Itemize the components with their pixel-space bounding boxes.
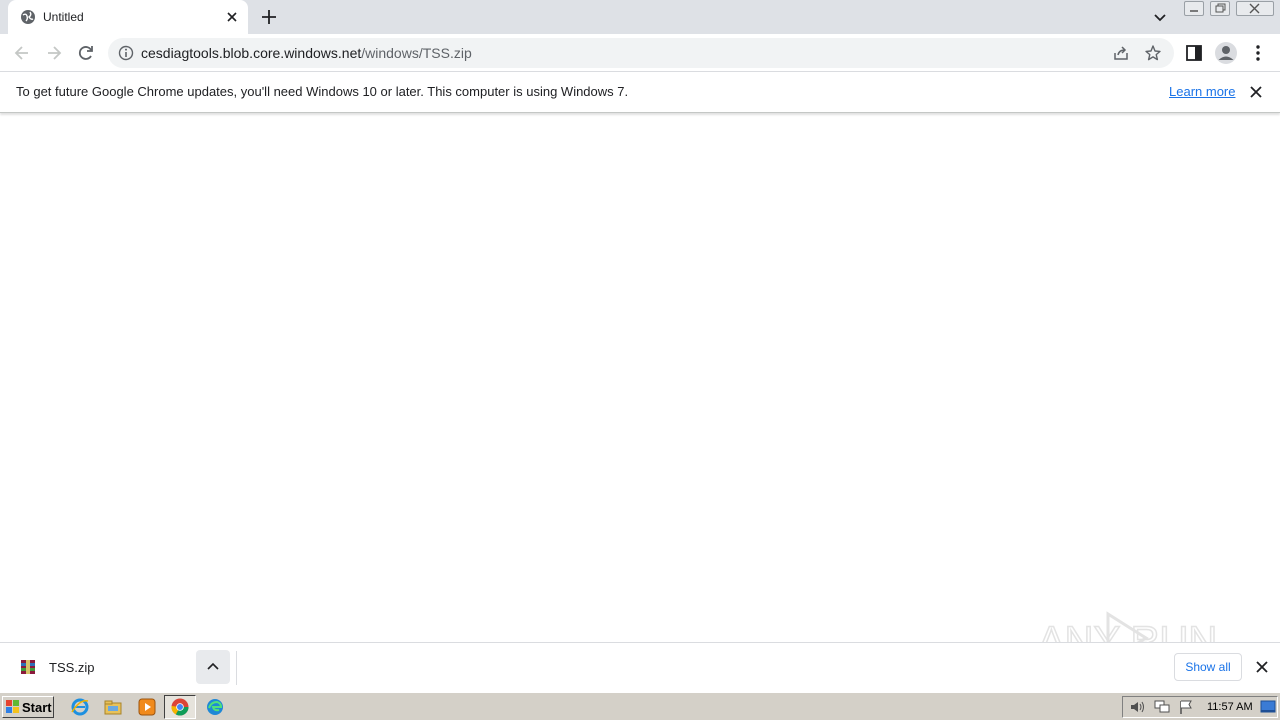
windows-taskbar: Start 11:57 AM bbox=[0, 692, 1280, 720]
back-icon[interactable] bbox=[12, 43, 32, 63]
action-center-flag-icon[interactable] bbox=[1177, 699, 1195, 715]
download-file-name: TSS.zip bbox=[49, 660, 95, 675]
browser-toolbar: cesdiagtools.blob.core.windows.net/windo… bbox=[0, 34, 1280, 72]
internet-explorer-icon[interactable] bbox=[70, 697, 90, 717]
window-restore-button[interactable] bbox=[1210, 1, 1230, 16]
system-tray: 11:57 AM bbox=[1122, 696, 1278, 718]
more-menu-icon[interactable] bbox=[1248, 43, 1268, 63]
learn-more-link[interactable]: Learn more bbox=[1169, 84, 1235, 99]
windows-logo-icon bbox=[6, 700, 19, 713]
tab-title: Untitled bbox=[43, 10, 84, 24]
show-desktop-icon[interactable] bbox=[1260, 700, 1276, 714]
tab-active[interactable]: Untitled bbox=[8, 0, 248, 34]
close-tab-icon[interactable] bbox=[224, 9, 240, 25]
forward-icon[interactable] bbox=[44, 43, 64, 63]
address-bar[interactable]: cesdiagtools.blob.core.windows.net/windo… bbox=[108, 38, 1174, 68]
show-all-button[interactable]: Show all bbox=[1174, 653, 1242, 681]
archive-file-icon bbox=[21, 660, 35, 674]
chevron-up-icon bbox=[207, 662, 219, 670]
network-icon[interactable] bbox=[1153, 699, 1171, 715]
info-icon[interactable] bbox=[118, 45, 134, 61]
close-icon[interactable] bbox=[1254, 659, 1270, 675]
reload-icon[interactable] bbox=[76, 43, 96, 63]
window-minimize-button[interactable] bbox=[1184, 1, 1204, 16]
start-label: Start bbox=[22, 700, 52, 715]
infobar-message: To get future Google Chrome updates, you… bbox=[16, 84, 629, 99]
download-item[interactable]: TSS.zip bbox=[8, 649, 232, 687]
side-panel-icon[interactable] bbox=[1184, 43, 1204, 63]
url-text[interactable]: cesdiagtools.blob.core.windows.net/windo… bbox=[141, 45, 472, 61]
restore-icon bbox=[1215, 3, 1226, 13]
window-close-button[interactable] bbox=[1236, 1, 1274, 16]
taskbar-clock[interactable]: 11:57 AM bbox=[1207, 701, 1253, 713]
minimize-icon bbox=[1190, 10, 1198, 12]
page-content bbox=[0, 113, 1280, 642]
profile-avatar-icon[interactable] bbox=[1214, 41, 1238, 65]
chevron-down-icon[interactable] bbox=[1152, 10, 1168, 26]
url-host: cesdiagtools.blob.core.windows.net bbox=[141, 45, 362, 61]
url-path: /windows/TSS.zip bbox=[361, 45, 472, 61]
download-shelf: TSS.zip Show all bbox=[0, 642, 1280, 692]
chrome-icon bbox=[171, 698, 189, 716]
new-tab-icon[interactable] bbox=[260, 8, 278, 26]
file-explorer-icon[interactable] bbox=[103, 697, 123, 717]
edge-icon[interactable] bbox=[205, 697, 225, 717]
update-infobar: To get future Google Chrome updates, you… bbox=[0, 72, 1280, 113]
globe-icon bbox=[21, 10, 35, 24]
close-icon[interactable] bbox=[1248, 84, 1264, 100]
shelf-divider bbox=[236, 651, 237, 685]
start-button[interactable]: Start bbox=[2, 696, 54, 718]
media-player-icon[interactable] bbox=[137, 697, 157, 717]
download-options-button[interactable] bbox=[196, 650, 230, 684]
tab-strip: Untitled bbox=[0, 0, 1280, 34]
bookmark-star-icon[interactable] bbox=[1144, 44, 1162, 62]
close-icon bbox=[1249, 3, 1260, 14]
taskbar-chrome-active[interactable] bbox=[164, 695, 196, 719]
volume-icon[interactable] bbox=[1129, 699, 1147, 715]
share-icon[interactable] bbox=[1112, 44, 1130, 62]
